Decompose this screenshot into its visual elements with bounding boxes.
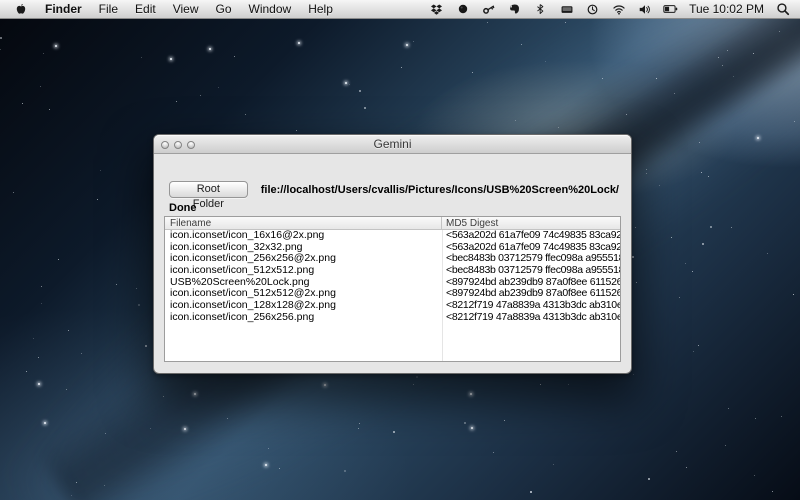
cell-md5: <8212f719 47a8839a 4313b3dc ab310e39> [442,300,620,312]
menu-item-go[interactable]: Go [216,0,232,19]
display-icon[interactable] [559,0,574,19]
cell-filename: icon.iconset/icon_16x16@2x.png [165,230,442,242]
menu-bar-left: Finder File Edit View Go Window Help [0,0,333,18]
cell-md5: <897924bd ab239db9 87a0f8ee 611526c5> [442,277,620,289]
cell-md5: <8212f719 47a8839a 4313b3dc ab310e39> [442,312,620,324]
menu-item-finder[interactable]: Finder [45,0,82,19]
gemini-window: Gemini Root Folder file://localhost/User… [153,134,632,374]
table-row[interactable]: icon.iconset/icon_16x16@2x.png <563a202d… [165,230,620,242]
column-header-md5[interactable]: MD5 Digest [442,217,620,229]
table-header: Filename MD5 Digest [165,217,620,230]
clock-sync-icon[interactable] [585,0,600,19]
window-titlebar[interactable]: Gemini [154,135,631,154]
menu-item-window[interactable]: Window [249,0,292,19]
evernote-icon[interactable] [507,0,522,19]
status-label: Done [169,202,197,214]
cell-md5: <563a202d 61a7fe09 74c49835 83ca92e1> [442,230,620,242]
file-table: Filename MD5 Digest icon.iconset/icon_16… [164,216,621,362]
cell-md5: <897924bd ab239db9 87a0f8ee 611526c5> [442,288,620,300]
table-row[interactable]: icon.iconset/icon_128x128@2x.png <8212f7… [165,300,620,312]
volume-icon[interactable] [637,0,652,19]
menu-bar-clock[interactable]: Tue 10:02 PM [689,0,764,19]
cell-filename: icon.iconset/icon_128x128@2x.png [165,300,442,312]
menu-item-file[interactable]: File [99,0,118,19]
menu-item-help[interactable]: Help [308,0,333,19]
root-folder-button[interactable]: Root Folder [169,181,248,198]
app-dot-icon[interactable] [455,0,470,19]
menu-bar: Finder File Edit View Go Window Help [0,0,800,19]
table-row[interactable]: icon.iconset/icon_256x256.png <8212f719 … [165,312,620,324]
cell-filename: icon.iconset/icon_512x512@2x.png [165,288,442,300]
column-header-filename[interactable]: Filename [165,217,442,229]
cell-md5: <bec8483b 03712579 ffec098a a9555180> [442,253,620,265]
key-icon[interactable] [481,0,496,19]
bluetooth-icon[interactable] [533,0,548,19]
root-folder-path: file://localhost/Users/cvallis/Pictures/… [261,184,619,196]
cell-md5: <563a202d 61a7fe09 74c49835 83ca92e1> [442,242,620,254]
cell-md5: <bec8483b 03712579 ffec098a a9555180> [442,265,620,277]
spotlight-icon[interactable] [775,0,790,19]
dropbox-icon[interactable] [429,0,444,19]
window-title: Gemini [154,135,631,154]
wifi-icon[interactable] [611,0,626,19]
cell-filename: icon.iconset/icon_32x32.png [165,242,442,254]
apple-menu[interactable] [13,0,28,19]
table-row[interactable]: icon.iconset/icon_512x512.png <bec8483b … [165,265,620,277]
battery-icon[interactable] [663,0,678,19]
menu-item-edit[interactable]: Edit [135,0,156,19]
window-content: Root Folder file://localhost/Users/cvall… [154,155,631,373]
table-row[interactable]: icon.iconset/icon_512x512@2x.png <897924… [165,288,620,300]
cell-filename: icon.iconset/icon_256x256@2x.png [165,253,442,265]
table-body: icon.iconset/icon_16x16@2x.png <563a202d… [165,230,620,324]
cell-filename: icon.iconset/icon_512x512.png [165,265,442,277]
menu-item-view[interactable]: View [173,0,199,19]
apple-logo-icon [15,2,27,16]
cell-filename: icon.iconset/icon_256x256.png [165,312,442,324]
toolbar-row: Root Folder file://localhost/Users/cvall… [169,181,619,198]
table-row[interactable]: USB%20Screen%20Lock.png <897924bd ab239d… [165,277,620,289]
table-row[interactable]: icon.iconset/icon_32x32.png <563a202d 61… [165,242,620,254]
menu-bar-status-area: Tue 10:02 PM [429,0,800,18]
cell-filename: USB%20Screen%20Lock.png [165,277,442,289]
table-row[interactable]: icon.iconset/icon_256x256@2x.png <bec848… [165,253,620,265]
